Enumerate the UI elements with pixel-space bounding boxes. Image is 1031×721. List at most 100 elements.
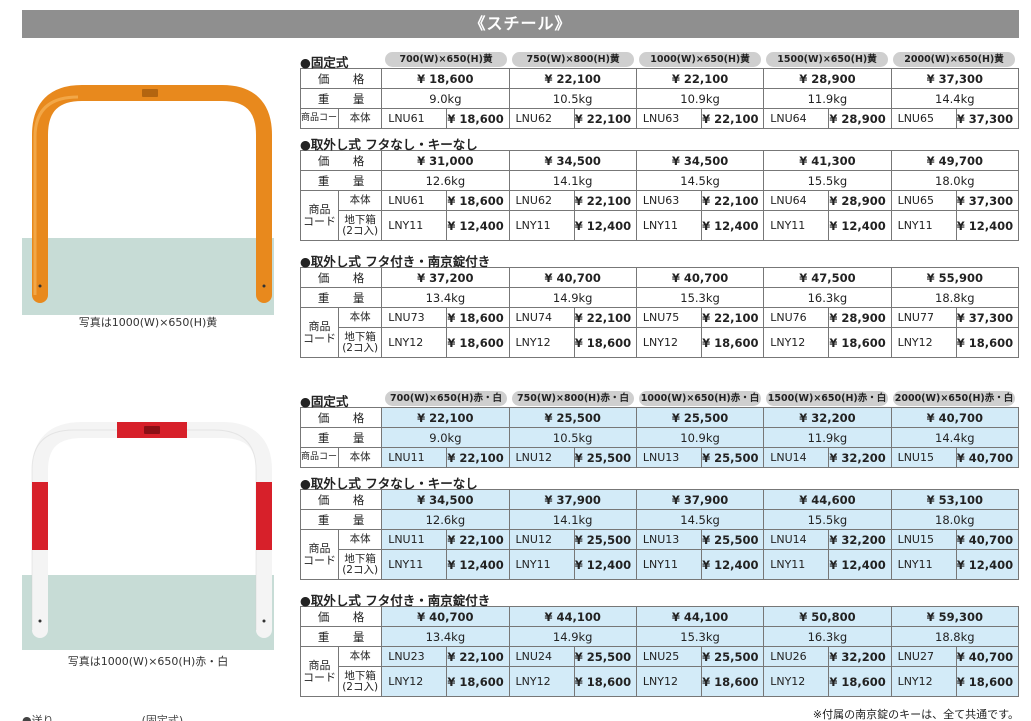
product-code: LNY11	[763, 549, 830, 580]
product-price: ¥ 25,500	[573, 447, 637, 468]
price-cell: ¥ 40,700	[635, 267, 765, 288]
weight-cell: 15.3kg	[635, 626, 765, 647]
product-code: LNY11	[635, 210, 703, 241]
body-row: 商品コード 本体LNU61¥ 18,600LNU62¥ 22,100LNU63¥…	[299, 108, 1020, 129]
product-code: LNU73	[381, 307, 448, 328]
product-code: LNU25	[635, 646, 703, 667]
box-row: 地下箱 (2コ入) LNY11 ¥ 12,400 LNY11 ¥ 12,400 LNY11…	[301, 210, 1020, 241]
product-price: ¥ 18,600	[701, 327, 765, 358]
product-code: LNU23	[381, 646, 448, 667]
weight-cell: 9.0kg	[381, 88, 510, 109]
product-price: ¥ 12,400	[828, 210, 892, 241]
weight-cell: 11.9kg	[763, 88, 892, 109]
price-cell: ¥ 22,100	[508, 68, 637, 89]
size-label: 1000(W)×650(H)黄	[639, 52, 761, 67]
size-label: 1500(W)×650(H)赤・白	[766, 391, 888, 406]
price-label: 価 格	[299, 407, 383, 428]
weight-cell: 11.9kg	[763, 427, 892, 448]
product-code: LNU61	[381, 190, 448, 211]
product-code: LNY12	[635, 327, 703, 358]
yellow-bollard-photo	[22, 85, 274, 315]
product-price: ¥ 25,500	[573, 646, 637, 667]
product-price: ¥ 12,400	[446, 210, 510, 241]
product-code: LNU75	[635, 307, 703, 328]
product-code: LNU62	[508, 190, 575, 211]
product-code: LNU77	[890, 307, 957, 328]
yellow-nolid-section: ●取外し式 フタなし・キーなし 価 格 ¥ 31,000 ¥ 34,500 ¥ 34,…	[299, 132, 1020, 241]
price-cell: ¥ 31,000	[381, 150, 510, 171]
weight-cell: 18.0kg	[890, 509, 1020, 530]
weight-label: 重 量	[299, 626, 383, 647]
product-price: ¥ 12,400	[701, 210, 765, 241]
price-cell: ¥ 37,900	[508, 489, 637, 510]
weight-row: 重 量 13.4kg 14.9kg 15.3kg 16.3kg 18.8kg	[299, 626, 1020, 647]
product-code: LNU12	[508, 447, 575, 468]
body-label: 本体	[338, 108, 383, 129]
product-code: LNU11	[381, 529, 448, 550]
removable-table: 価 格 ¥ 31,000 ¥ 34,500 ¥ 34,500 ¥ 41,300 ¥ 49,…	[299, 150, 1020, 241]
price-cell: ¥ 37,200	[381, 267, 510, 288]
weight-cell: 18.8kg	[890, 287, 1020, 308]
product-code-label: 商品コード	[299, 447, 340, 468]
price-label: 価 格	[299, 150, 383, 171]
size-label: 2000(W)×650(H)黄	[893, 52, 1015, 67]
box-row: 地下箱 (2コ入) LNY12 ¥ 18,600 LNY12 ¥ 18,600 LNY12…	[301, 666, 1020, 697]
price-cell: ¥ 41,300	[763, 150, 892, 171]
product-code: LNY12	[763, 327, 830, 358]
product-code: LNY12	[508, 666, 575, 697]
weight-label: 重 量	[299, 509, 383, 530]
price-cell: ¥ 25,500	[635, 407, 765, 428]
product-code: LNU15	[890, 529, 957, 550]
price-cell: ¥ 34,500	[508, 150, 637, 171]
product-code-label: 商品 コード	[299, 529, 340, 580]
weight-cell: 9.0kg	[381, 427, 510, 448]
body-label: 本体	[338, 646, 383, 667]
product-code: LNY11	[381, 210, 448, 241]
box-row: 地下箱 (2コ入) LNY12 ¥ 18,600 LNY12 ¥ 18,600 LNY12…	[301, 327, 1020, 358]
removable-table: 価 格 ¥ 37,200 ¥ 40,700 ¥ 40,700 ¥ 47,500 ¥ 55,…	[299, 267, 1020, 358]
product-price: ¥ 22,100	[446, 529, 510, 550]
size-label: 1000(W)×650(H)赤・白	[639, 391, 761, 406]
underground-box-label: 地下箱 (2コ入)	[338, 327, 383, 358]
product-code-label: 商品コード	[299, 108, 340, 129]
yellow-photo-caption: 写真は1000(W)×650(H)黄	[78, 316, 218, 329]
weight-label: 重 量	[299, 88, 383, 109]
price-cell: ¥ 32,200	[763, 407, 892, 428]
bottom-cut-text: ●送り (固定式)	[22, 714, 184, 721]
product-code: LNU12	[508, 529, 575, 550]
price-row: 価 格 ¥ 22,100 ¥ 25,500 ¥ 25,500 ¥ 32,200 ¥ 40,…	[299, 407, 1020, 428]
weight-row: 重 量 12.6kg 14.1kg 14.5kg 15.5kg 18.0kg	[299, 509, 1020, 530]
price-cell: ¥ 44,100	[635, 606, 765, 627]
footnote: ※付属の南京錠のキーは、全て共通です。	[812, 708, 1019, 721]
product-price: ¥ 18,600	[446, 327, 510, 358]
price-row: 価 格 ¥ 37,200 ¥ 40,700 ¥ 40,700 ¥ 47,500 ¥ 55,…	[299, 267, 1020, 288]
product-price: ¥ 37,300	[955, 108, 1020, 129]
product-price: ¥ 22,100	[446, 447, 510, 468]
product-code: LNU13	[635, 529, 703, 550]
size-label: 750(W)×800(H)黄	[512, 52, 634, 67]
product-price: ¥ 18,600	[828, 666, 892, 697]
nolid-heading: ●取外し式 フタなし・キーなし	[300, 137, 478, 152]
product-price: ¥ 22,100	[446, 646, 510, 667]
product-price: ¥ 25,500	[701, 447, 765, 468]
weight-cell: 10.9kg	[635, 88, 765, 109]
product-price: ¥ 12,400	[828, 549, 892, 580]
product-price: ¥ 12,400	[573, 549, 637, 580]
body-row: 商品 コード 本体 LNU11 ¥ 22,100 LNU12 ¥ 25,500 LNU13…	[299, 529, 1020, 580]
weight-label: 重 量	[299, 287, 383, 308]
product-code: LNU15	[890, 447, 957, 468]
product-code: LNU63	[635, 190, 703, 211]
weight-cell: 18.8kg	[890, 626, 1020, 647]
product-code: LNU26	[763, 646, 830, 667]
weight-cell: 10.5kg	[508, 427, 637, 448]
product-code: LNY11	[508, 549, 575, 580]
weight-cell: 14.4kg	[890, 88, 1020, 109]
fixed-table: 価 格 ¥ 18,600 ¥ 22,100 ¥ 22,100 ¥ 28,900 ¥ 37,…	[299, 68, 1020, 129]
price-cell: ¥ 34,500	[381, 489, 510, 510]
price-label: 価 格	[299, 489, 383, 510]
product-price: ¥ 32,200	[828, 646, 892, 667]
product-price: ¥ 32,200	[828, 447, 892, 468]
weight-cell: 14.9kg	[508, 626, 637, 647]
price-label: 価 格	[299, 68, 383, 89]
price-row: 価 格 ¥ 40,700 ¥ 44,100 ¥ 44,100 ¥ 50,800 ¥ 59,…	[299, 606, 1020, 627]
